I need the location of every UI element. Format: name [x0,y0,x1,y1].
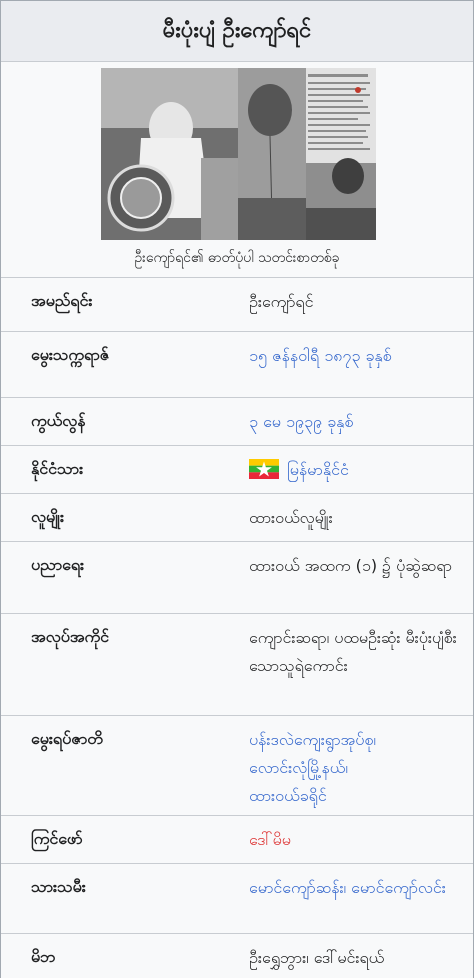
row-children: သားသမီး မောင်ကျော်ဆန်း၊ မောင်ကျော်လင်း [1,863,473,934]
row-education: ပညာရေး ထားဝယ် အထက (၁) ၌ ပုံဆွဲဆရာ [1,541,473,614]
value-ethnicity: ထားဝယ်လူမျိုး [249,508,333,527]
row-birth-name: အမည်ရင်း ဦးကျော်ရင် [1,277,473,332]
label-parents: မိဘ [31,947,56,966]
myanmar-flag-icon [249,459,279,479]
infobox-image-cell: ဦးကျော်ရင်၏ ဓာတ်ပုံပါ သတင်းစာတစ်ခု [1,61,473,278]
label-spouse: ကြင်ဖော် [31,829,83,848]
value-children: မောင်ကျော်ဆန်း၊ မောင်ကျော်လင်း [249,874,464,902]
row-nationality: နိုင်ငံသား မြန်မာနိုင်ငံ [1,445,473,494]
newspaper-clipping-image [238,68,376,240]
row-spouse: ကြင်ဖော် ဒေါ်မိမ [1,815,473,864]
label-death: ကွယ်လွန် [31,411,86,430]
row-birth-date: မွေးသက္ကရာဇ် ၁၅ ဇန်နဝါရီ ၁၈၇၃ ခုနှစ် [1,331,473,398]
row-death: ကွယ်လွန် ၃ မေ ၁၉၃၉ ခုနှစ် [1,397,473,446]
birth-date-link[interactable]: ၁၅ ဇန်နဝါရီ ၁၈၇၃ ခုနှစ် [249,342,464,370]
row-ethnicity: လူမျိုး ထားဝယ်လူမျိုး [1,493,473,542]
row-occupation: အလုပ်အကိုင် ကျောင်းဆရာ၊ ပထမဦးဆုံး မီးပုံ… [1,613,473,716]
birthplace-village-link[interactable]: ပန်းဒလဲကျေးရွာအုပ်စု၊ [249,726,464,754]
row-parents: မိဘ ဦးရွှေဘွား၊ ဒေါ်မင်းရယ် [1,933,473,978]
infobox-title: မီးပုံးပျံ ဦးကျော်ရင် [1,1,473,61]
portrait-image [101,68,238,240]
newspaper-photo[interactable] [101,68,376,240]
label-education: ပညာရေး [31,555,85,574]
value-occupation: ကျောင်းဆရာ၊ ပထမဦးဆုံး မီးပုံးပျံစီးသောသူ… [249,628,457,675]
image-caption: ဦးကျော်ရင်၏ ဓာတ်ပုံပါ သတင်းစာတစ်ခု [134,249,340,266]
birthplace-district-link[interactable]: ထားဝယ်ခရိုင် [249,782,464,810]
child-1-link[interactable]: မောင်ကျော်ဆန်း၊ [249,878,346,897]
infobox: မီးပုံးပျံ ဦးကျော်ရင် ဦးကျော်ရင်၏ ဓာတ်ပု… [0,0,474,978]
label-birth-name: အမည်ရင်း [31,291,93,310]
death-date-link[interactable]: ၃ မေ ၁၉၃၉ ခုနှစ် [249,408,464,436]
value-nationality: မြန်မာနိုင်ငံ [249,456,464,484]
value-parents: ဦးရွှေဘွား၊ ဒေါ်မင်းရယ် [249,948,385,967]
myanmar-link[interactable]: မြန်မာနိုင်ငံ [287,460,349,479]
label-children: သားသမီး [31,877,86,896]
label-nationality: နိုင်ငံသား [31,459,84,478]
row-birthplace: မွေးရပ်ဇာတိ ပန်းဒလဲကျေးရွာအုပ်စု၊ လောင်း… [1,715,473,816]
birthplace-township-link[interactable]: လောင်းလုံမြို့နယ်၊ [249,754,464,782]
value-education: ထားဝယ် အထက (၁) ၌ ပုံဆွဲဆရာ [249,556,452,575]
label-ethnicity: လူမျိုး [31,507,65,526]
child-2-link[interactable]: မောင်ကျော်လင်း [351,878,446,897]
value-birth-name: ဦးကျော်ရင် [249,292,314,311]
value-birthplace: ပန်းဒလဲကျေးရွာအုပ်စု၊ လောင်းလုံမြို့နယ်၊… [249,726,464,810]
label-occupation: အလုပ်အကိုင် [31,627,110,646]
spouse-link[interactable]: ဒေါ်မိမ [249,826,464,854]
label-birth-date: မွေးသက္ကရာဇ် [31,345,110,364]
label-birthplace: မွေးရပ်ဇာတိ [31,729,103,748]
